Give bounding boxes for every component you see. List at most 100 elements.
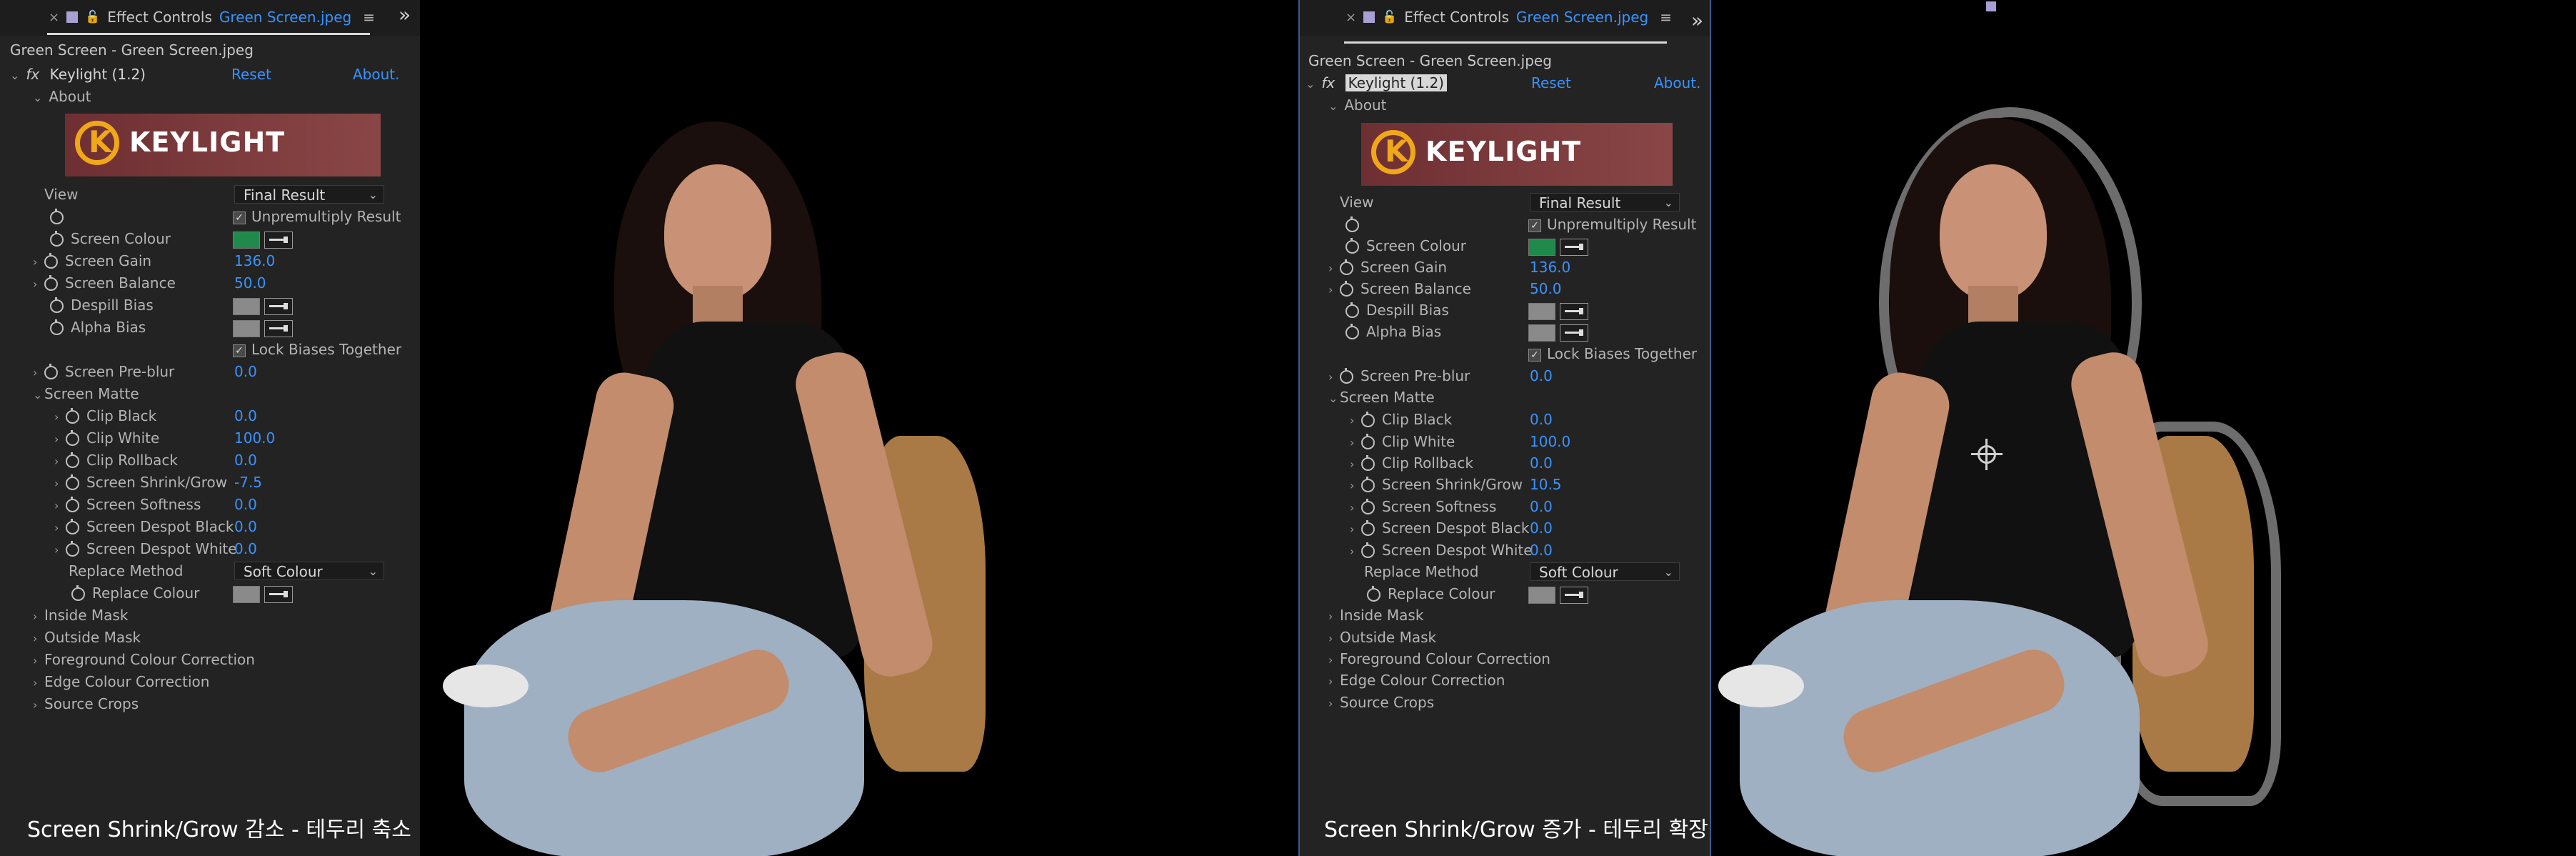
stopwatch-icon[interactable] — [71, 585, 85, 601]
about-group[interactable]: ⌄ About — [1328, 94, 1387, 116]
fx-switch-icon[interactable]: fx — [26, 66, 39, 83]
edge-correction-group[interactable]: › Edge Colour Correction — [1328, 670, 1505, 691]
stopwatch-icon[interactable] — [50, 297, 64, 313]
clip-black-row[interactable]: › Clip Black — [54, 405, 156, 427]
chevron-right-icon[interactable]: › — [33, 628, 44, 650]
chevron-right-icon[interactable]: › — [1350, 410, 1361, 432]
stopwatch-icon[interactable] — [50, 209, 64, 224]
edge-correction-group[interactable]: › Edge Colour Correction — [33, 671, 209, 692]
stopwatch-icon[interactable] — [44, 253, 58, 269]
clip-rollback-row[interactable]: › Clip Rollback — [1350, 452, 1473, 474]
chevron-right-icon[interactable]: › — [33, 252, 44, 273]
screen-gain-value[interactable]: 136.0 — [234, 250, 275, 272]
despot-white-value[interactable]: 0.0 — [234, 538, 257, 559]
chevron-right-icon[interactable]: › — [1350, 432, 1361, 454]
chevron-right-icon[interactable]: › — [1328, 650, 1340, 671]
lock-biases-checkbox[interactable]: ✓ Lock Biases Together — [1528, 343, 1697, 364]
clip-white-row[interactable]: › Clip White — [54, 427, 159, 449]
stopwatch-icon[interactable] — [50, 319, 64, 335]
lock-icon[interactable]: 🔓 — [1382, 10, 1397, 24]
despot-white-row[interactable]: › Screen Despot White — [1350, 539, 1533, 561]
reset-link[interactable]: Reset — [231, 64, 271, 85]
chevron-right-icon[interactable]: › — [54, 451, 66, 472]
despot-black-row[interactable]: › Screen Despot Black — [54, 516, 234, 537]
lock-biases-checkbox[interactable]: ✓ Lock Biases Together — [233, 339, 401, 360]
screen-balance-value[interactable]: 50.0 — [1530, 278, 1562, 299]
view-dropdown[interactable]: Final Result ⌄ — [1530, 193, 1680, 211]
unpremultiply-checkbox[interactable]: ✓ Unpremultiply Result — [233, 206, 401, 227]
stopwatch-icon[interactable] — [1340, 368, 1353, 384]
screen-preblur-row[interactable]: › Screen Pre-blur — [1328, 365, 1470, 387]
chevron-right-icon[interactable]: › — [1328, 367, 1340, 388]
stopwatch-icon[interactable] — [1340, 281, 1353, 297]
screen-preblur-row[interactable]: › Screen Pre-blur — [33, 361, 174, 382]
stopwatch-icon[interactable] — [1361, 520, 1375, 536]
chevron-right-icon[interactable]: › — [33, 650, 44, 672]
chevron-right-icon[interactable]: › — [54, 473, 66, 494]
despot-black-row[interactable]: › Screen Despot Black — [1350, 517, 1529, 539]
stopwatch-icon[interactable] — [44, 364, 58, 379]
stopwatch-icon[interactable] — [1361, 542, 1375, 558]
screen-colour-swatch[interactable] — [1528, 238, 1555, 256]
chevron-down-icon[interactable]: ⌄ — [33, 87, 44, 109]
stopwatch-icon[interactable] — [66, 452, 79, 468]
stopwatch-icon[interactable] — [66, 408, 79, 424]
softness-value[interactable]: 0.0 — [1530, 496, 1553, 517]
despill-bias-swatch[interactable] — [1528, 302, 1555, 320]
clip-rollback-row[interactable]: › Clip Rollback — [54, 449, 178, 471]
about-link[interactable]: About. — [1654, 72, 1701, 94]
lock-icon[interactable]: 🔓 — [85, 10, 100, 24]
chevron-right-icon[interactable]: › — [33, 695, 44, 716]
clip-white-value[interactable]: 100.0 — [1530, 431, 1570, 452]
chevron-right-icon[interactable]: › — [1350, 475, 1361, 497]
outside-mask-group[interactable]: › Outside Mask — [33, 627, 141, 648]
chevron-down-icon[interactable]: ⌄ — [1328, 388, 1340, 409]
screen-gain-row[interactable]: › Screen Gain — [1328, 257, 1447, 278]
shrink-grow-row[interactable]: › Screen Shrink/Grow — [54, 472, 227, 493]
chevron-right-icon[interactable]: › — [1328, 258, 1340, 279]
screen-colour-swatch[interactable] — [233, 231, 260, 249]
about-link[interactable]: About. — [353, 64, 400, 85]
stopwatch-icon[interactable] — [66, 541, 79, 557]
clip-white-value[interactable]: 100.0 — [234, 427, 275, 449]
chevron-right-icon[interactable]: › — [33, 274, 44, 295]
softness-row[interactable]: › Screen Softness — [54, 494, 201, 515]
screen-preblur-value[interactable]: 0.0 — [1530, 365, 1553, 387]
foreground-correction-group[interactable]: › Foreground Colour Correction — [33, 649, 255, 670]
foreground-correction-group[interactable]: › Foreground Colour Correction — [1328, 648, 1550, 670]
alpha-bias-swatch[interactable] — [1528, 324, 1555, 342]
replace-method-dropdown[interactable]: Soft Colour ⌄ — [1530, 562, 1680, 581]
chevron-right-icon[interactable]: › — [1328, 279, 1340, 301]
close-icon[interactable]: × — [1345, 10, 1356, 25]
stopwatch-icon[interactable] — [66, 519, 79, 534]
chevron-right-icon[interactable]: › — [1350, 497, 1361, 519]
checkmark-icon[interactable]: ✓ — [1528, 219, 1541, 232]
effect-header[interactable]: ⌄ fx Keylight (1.2) Reset About. — [1305, 72, 1705, 94]
eyedropper-icon[interactable] — [1560, 324, 1588, 342]
eyedropper-icon[interactable] — [264, 297, 293, 315]
stopwatch-icon[interactable] — [1361, 499, 1375, 514]
chevron-right-icon[interactable]: › — [54, 517, 66, 539]
stopwatch-icon[interactable] — [1361, 434, 1375, 449]
screen-balance-row[interactable]: › Screen Balance — [1328, 278, 1471, 299]
reset-link[interactable]: Reset — [1531, 72, 1571, 94]
about-group[interactable]: ⌄ About — [33, 86, 91, 107]
outside-mask-group[interactable]: › Outside Mask — [1328, 627, 1436, 648]
close-icon[interactable]: × — [49, 10, 59, 25]
chevron-right-icon[interactable]: › — [1328, 693, 1340, 715]
clip-white-row[interactable]: › Clip White — [1350, 431, 1455, 452]
effect-controls-tab[interactable]: × 🔓 Effect Controls Green Screen.jpeg ≡ — [49, 4, 375, 30]
inside-mask-group[interactable]: › Inside Mask — [33, 604, 128, 626]
chevron-down-icon[interactable]: ⌄ — [1328, 96, 1340, 117]
stopwatch-icon[interactable] — [1340, 259, 1353, 275]
stopwatch-icon[interactable] — [66, 474, 79, 490]
stopwatch-icon[interactable] — [1345, 217, 1359, 232]
overflow-chevron-icon[interactable]: » — [1691, 9, 1703, 32]
stopwatch-icon[interactable] — [1361, 477, 1375, 492]
screen-matte-group[interactable]: ⌄ Screen Matte — [33, 383, 139, 404]
stopwatch-icon[interactable] — [50, 231, 64, 247]
stopwatch-icon[interactable] — [1361, 455, 1375, 471]
chevron-right-icon[interactable]: › — [1350, 541, 1361, 562]
chevron-right-icon[interactable]: › — [33, 672, 44, 694]
stopwatch-icon[interactable] — [1361, 412, 1375, 427]
